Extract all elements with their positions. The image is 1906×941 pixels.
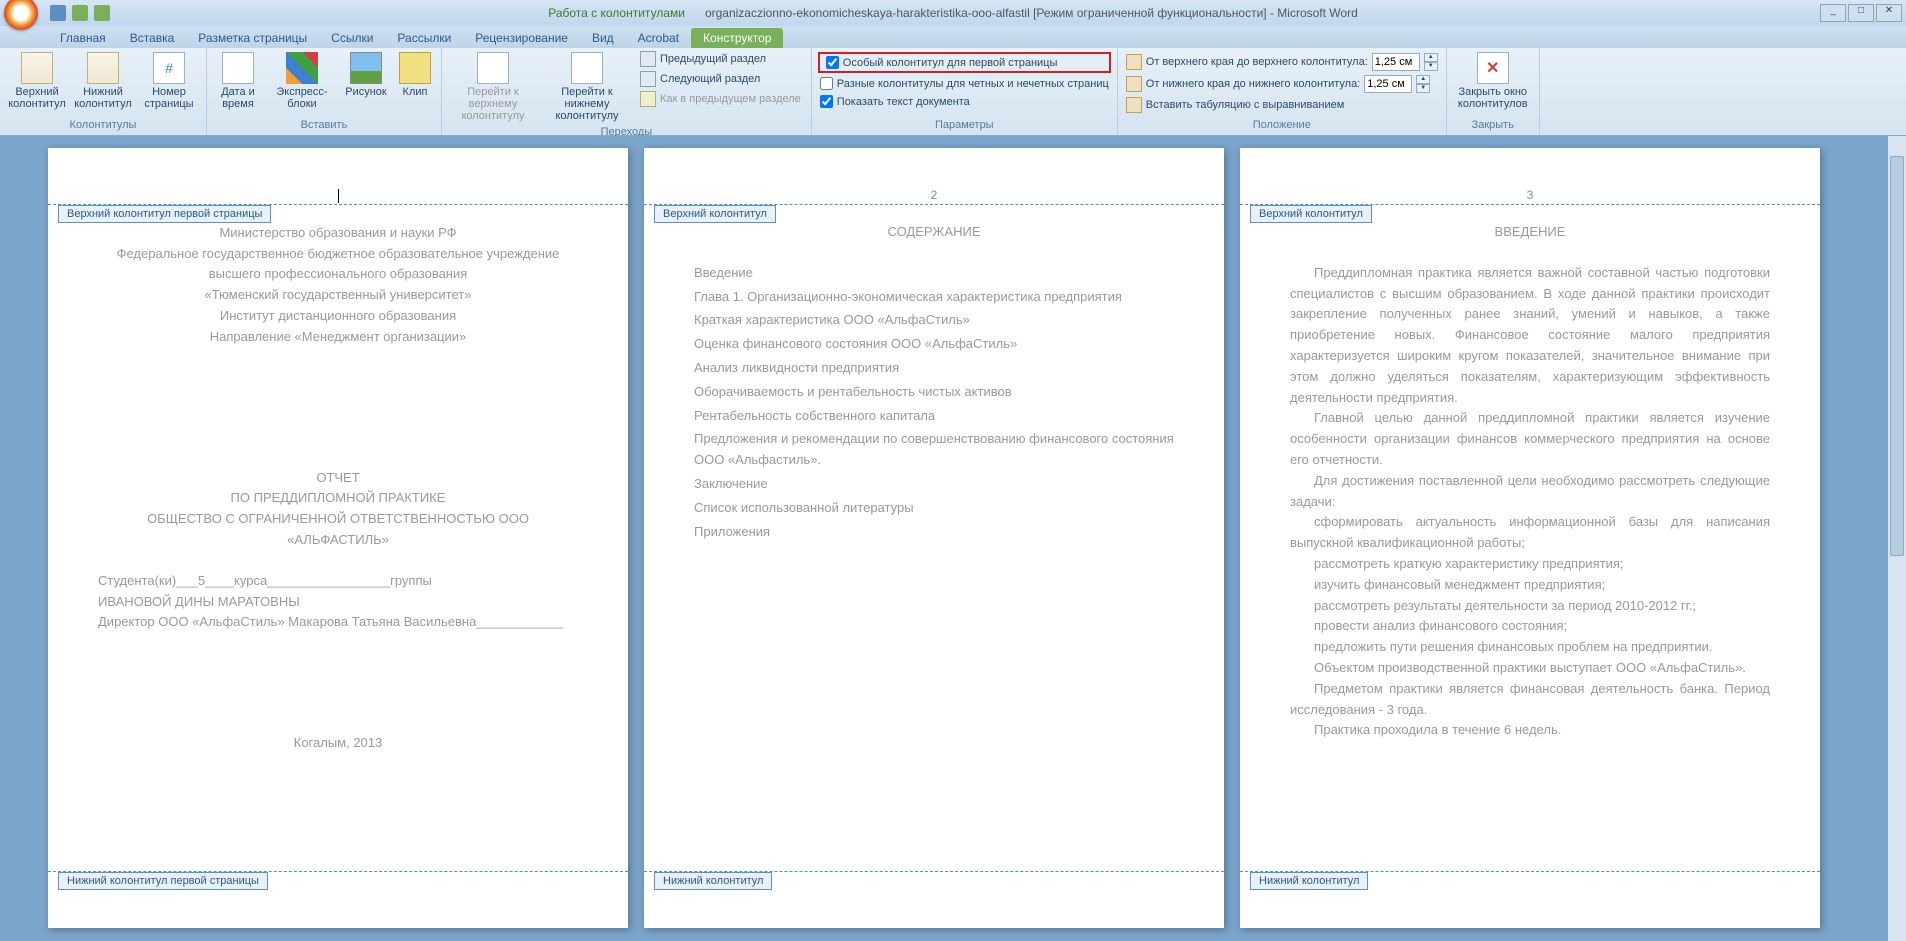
close-button[interactable]: ✕ [1876, 4, 1902, 22]
tab-design[interactable]: Конструктор [691, 28, 783, 48]
ruler-icon [1126, 76, 1142, 92]
ribbon: Верхний колонтитул Нижний колонтитул Ном… [0, 48, 1906, 136]
group-label: Колонтитулы [6, 117, 200, 133]
group-close: Закрыть окно колонтитулов Закрыть [1447, 48, 1540, 135]
prev-icon [640, 51, 656, 67]
save-icon[interactable] [50, 5, 66, 21]
next-icon [640, 71, 656, 87]
link-previous-button[interactable]: Как в предыдущем разделе [636, 90, 805, 108]
page-number [98, 188, 578, 203]
insert-alignment-tab-button[interactable]: Вставить табуляцию с выравниванием [1124, 96, 1440, 114]
tab-insert[interactable]: Вставка [118, 28, 187, 48]
highlight-first-page-option: Особый колонтитул для первой страницы [818, 52, 1111, 73]
tab-references[interactable]: Ссылки [319, 28, 385, 48]
ruler-icon [1126, 54, 1142, 70]
office-button[interactable] [4, 0, 38, 30]
footer-position-input[interactable] [1364, 75, 1412, 93]
goto-header-button[interactable]: Перейти к верхнему колонтитулу [448, 50, 538, 124]
document-area[interactable]: Верхний колонтитул первой страницы Минис… [0, 136, 1906, 941]
parts-icon [286, 52, 318, 84]
document-title: organizaczionno-ekonomicheskaya-harakter… [705, 6, 1358, 20]
tab-home[interactable]: Главная [48, 28, 118, 48]
tab-view[interactable]: Вид [580, 28, 626, 48]
spinner[interactable]: ▲▼ [1424, 53, 1438, 71]
footer-tag: Нижний колонтитул [654, 872, 772, 890]
previous-section-button[interactable]: Предыдущий раздел [636, 50, 805, 68]
date-time-button[interactable]: Дата и время [213, 50, 263, 112]
group-label: Вставить [213, 117, 435, 133]
page-3[interactable]: 3 Верхний колонтитул ВВЕДЕНИЕ Преддиплом… [1240, 148, 1820, 928]
header-tag: Верхний колонтитул [654, 205, 776, 223]
tab-icon [1126, 97, 1142, 113]
quick-parts-button[interactable]: Экспресс-блоки [267, 50, 337, 112]
header-button[interactable]: Верхний колонтитул [6, 50, 68, 112]
scrollbar-thumb[interactable] [1890, 156, 1904, 556]
redo-icon[interactable] [94, 5, 110, 21]
nav-up-icon [477, 52, 509, 84]
ribbon-tabs: Главная Вставка Разметка страницы Ссылки… [0, 26, 1906, 48]
footer-tag: Нижний колонтитул первой страницы [58, 872, 268, 890]
footer-button[interactable]: Нижний колонтитул [72, 50, 134, 112]
page-1[interactable]: Верхний колонтитул первой страницы Минис… [48, 148, 628, 928]
clip-icon [399, 52, 431, 84]
group-label: Параметры [818, 117, 1111, 133]
minimize-button[interactable]: _ [1820, 4, 1846, 22]
page-number: 3 [1290, 188, 1770, 202]
header-icon [21, 52, 53, 84]
page-number-button[interactable]: Номер страницы [138, 50, 200, 112]
undo-icon[interactable] [72, 5, 88, 21]
page-number-icon [153, 52, 185, 84]
goto-footer-button[interactable]: Перейти к нижнему колонтитулу [542, 50, 632, 124]
header-position-input[interactable] [1372, 53, 1420, 71]
tab-review[interactable]: Рецензирование [463, 28, 580, 48]
tab-page-layout[interactable]: Разметка страницы [186, 28, 319, 48]
close-header-footer-button[interactable]: Закрыть окно колонтитулов [1453, 50, 1533, 112]
different-first-page-checkbox[interactable]: Особый колонтитул для первой страницы [824, 55, 1105, 70]
date-icon [222, 52, 254, 84]
group-navigation: Перейти к верхнему колонтитулу Перейти к… [442, 48, 812, 135]
header-from-top-row: От верхнего края до верхнего колонтитула… [1124, 52, 1440, 72]
close-icon [1477, 52, 1509, 84]
tab-acrobat[interactable]: Acrobat [626, 28, 691, 48]
show-document-text-checkbox[interactable]: Показать текст документа [818, 94, 1111, 109]
link-icon [640, 91, 656, 107]
group-headers-footers: Верхний колонтитул Нижний колонтитул Ном… [0, 48, 207, 135]
page-2[interactable]: 2 Верхний колонтитул СОДЕРЖАНИЕ Введение… [644, 148, 1224, 928]
spinner[interactable]: ▲▼ [1416, 75, 1430, 93]
group-insert: Дата и время Экспресс-блоки Рисунок Клип… [207, 48, 442, 135]
context-title: Работа с колонтитулами [548, 6, 685, 20]
tab-mailings[interactable]: Рассылки [385, 28, 463, 48]
maximize-button[interactable]: □ [1848, 4, 1874, 22]
footer-icon [87, 52, 119, 84]
header-tag: Верхний колонтитул [1250, 205, 1372, 223]
group-label: Положение [1124, 117, 1440, 133]
titlebar: Работа с колонтитулами organizaczionno-e… [0, 0, 1906, 26]
clipart-button[interactable]: Клип [395, 50, 435, 100]
next-section-button[interactable]: Следующий раздел [636, 70, 805, 88]
picture-button[interactable]: Рисунок [341, 50, 391, 100]
picture-icon [350, 52, 382, 84]
different-odd-even-checkbox[interactable]: Разные колонтитулы для четных и нечетных… [818, 76, 1111, 91]
quick-access-toolbar [50, 5, 110, 21]
footer-tag: Нижний колонтитул [1250, 872, 1368, 890]
page-number: 2 [694, 188, 1174, 202]
header-tag: Верхний колонтитул первой страницы [58, 205, 271, 223]
group-label: Закрыть [1453, 117, 1533, 133]
group-options: Особый колонтитул для первой страницы Ра… [812, 48, 1118, 135]
nav-down-icon [571, 52, 603, 84]
footer-from-bottom-row: От нижнего края до нижнего колонтитула: … [1124, 74, 1440, 94]
vertical-scrollbar[interactable] [1888, 136, 1906, 941]
group-position: От верхнего края до верхнего колонтитула… [1118, 48, 1447, 135]
